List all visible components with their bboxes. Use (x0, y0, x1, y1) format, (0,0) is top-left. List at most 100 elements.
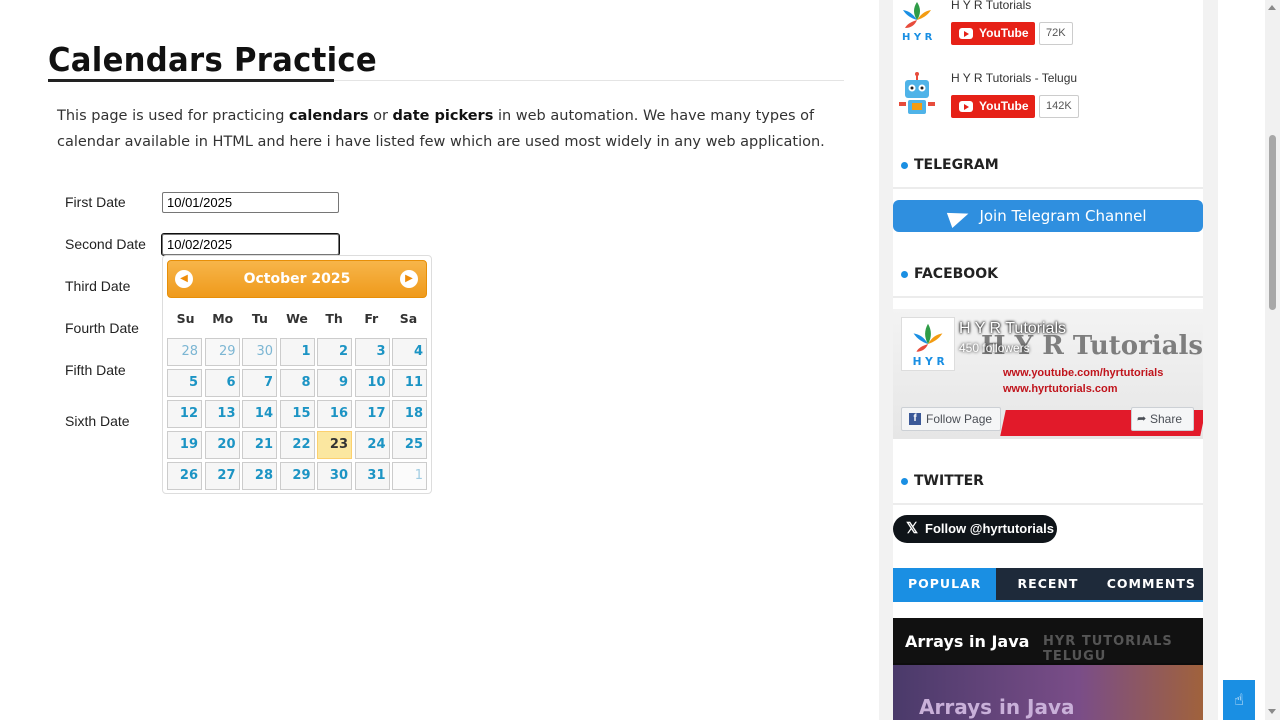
intro-bold-date-pickers: date pickers (392, 108, 494, 124)
day-cell[interactable]: 30 (317, 462, 352, 490)
day-cell[interactable]: 19 (167, 431, 202, 459)
chevron-right-icon[interactable]: ▶ (400, 270, 418, 288)
share-button[interactable]: Share (1131, 407, 1194, 431)
day-cell[interactable]: 12 (167, 400, 202, 428)
youtube-icon (959, 101, 973, 112)
tab-comments[interactable]: COMMENTS (1100, 568, 1203, 600)
facebook-page-plugin[interactable]: H Y R Tutorials www.youtube.com/hyrtutor… (893, 309, 1203, 439)
weekday-label: Sa (399, 310, 418, 326)
day-cell[interactable]: 30 (242, 338, 277, 366)
day-cell[interactable]: 16 (317, 400, 352, 428)
youtube-subscribe-button[interactable]: YouTube (951, 22, 1035, 45)
weekday-label: We (286, 310, 308, 326)
heading-text: FACEBOOK (914, 266, 998, 282)
bullet-icon (901, 477, 908, 485)
day-cell[interactable]: 7 (242, 369, 277, 397)
day-cell[interactable]: 15 (279, 400, 315, 428)
hyr-logo-icon[interactable]: H Y R (901, 317, 955, 371)
weekday-label: Fr (364, 310, 379, 326)
svg-text:H Y R: H Y R (913, 356, 945, 368)
telegram-heading: TELEGRAM (901, 157, 1203, 173)
datepicker-weekdays: Su Mo Tu We Th Fr Sa (167, 298, 427, 338)
day-cell[interactable]: 29 (204, 338, 240, 366)
day-cell[interactable]: 10 (354, 369, 390, 397)
youtube-channel-name[interactable]: H Y R Tutorials - Telugu (951, 71, 1077, 85)
sixth-date-label: Sixth Date (65, 413, 130, 429)
day-cell[interactable]: 28 (242, 462, 277, 490)
day-cell[interactable]: 4 (392, 338, 427, 366)
intro-bold-calendars: calendars (289, 108, 369, 124)
day-cell[interactable]: 26 (167, 462, 202, 490)
day-cell[interactable]: 17 (354, 400, 390, 428)
youtube-icon (959, 28, 973, 39)
bullet-icon (901, 270, 908, 278)
scroll-top-button[interactable]: ☝ (1223, 680, 1255, 720)
day-cell[interactable]: 3 (354, 338, 390, 366)
popular-post-thumbnail[interactable]: HYR TUTORIALS TELUGU Arrays in Java Arra… (893, 618, 1203, 720)
widget-divider (893, 296, 1203, 298)
day-cell[interactable]: 6 (204, 369, 240, 397)
day-cell[interactable]: 20 (204, 431, 240, 459)
youtube-subscribe-button[interactable]: YouTube (951, 95, 1035, 118)
page-scrollbar[interactable] (1265, 0, 1280, 720)
scrollbar-thumb[interactable] (1269, 135, 1276, 310)
fifth-date-label: Fifth Date (65, 362, 126, 378)
twitter-button-label: Follow @hyrtutorials (925, 521, 1054, 536)
datepicker-grid: 28 29 30 1 2 3 4 5 6 7 8 9 10 11 12 13 1… (167, 338, 427, 490)
day-cell-today[interactable]: 23 (317, 431, 352, 459)
day-cell[interactable]: 5 (167, 369, 202, 397)
fourth-date-label: Fourth Date (65, 320, 139, 336)
day-cell[interactable]: 31 (354, 462, 390, 490)
day-cell[interactable]: 9 (317, 369, 352, 397)
day-cell[interactable]: 28 (167, 338, 202, 366)
day-cell[interactable]: 25 (392, 431, 427, 459)
thumbnail-watermark: HYR TUTORIALS TELUGU (1043, 634, 1173, 664)
scroll-down-icon[interactable] (1268, 709, 1276, 714)
day-cell[interactable]: 22 (279, 431, 315, 459)
subscriber-count: 72K (1039, 22, 1073, 45)
day-cell[interactable]: 2 (317, 338, 352, 366)
weekday-label: Tu (251, 310, 268, 326)
day-cell[interactable]: 1 (279, 338, 315, 366)
widget-divider (893, 187, 1203, 189)
day-cell[interactable]: 27 (204, 462, 240, 490)
day-cell[interactable]: 1 (392, 462, 427, 490)
tab-recent[interactable]: RECENT (996, 568, 1099, 600)
day-cell[interactable]: 18 (392, 400, 427, 428)
day-cell[interactable]: 14 (242, 400, 277, 428)
tab-popular[interactable]: POPULAR (893, 568, 997, 600)
day-cell[interactable]: 11 (392, 369, 427, 397)
day-cell[interactable]: 21 (242, 431, 277, 459)
youtube-channel-name[interactable]: H Y R Tutorials (951, 0, 1031, 12)
hyr-logo-icon[interactable]: H Y R (893, 0, 941, 44)
day-cell[interactable]: 29 (279, 462, 315, 490)
day-cell[interactable]: 8 (279, 369, 315, 397)
facebook-heading: FACEBOOK (901, 266, 1203, 282)
day-cell[interactable]: 13 (204, 400, 240, 428)
twitter-follow-button[interactable]: 𝕏 Follow @hyrtutorials (893, 515, 1057, 543)
heading-text: TWITTER (914, 473, 984, 489)
third-date-label: Third Date (65, 278, 131, 294)
scroll-up-icon[interactable] (1268, 5, 1276, 10)
thumbnail-caption: Arrays in Java (919, 695, 1075, 719)
telegram-button-label: Join Telegram Channel (979, 207, 1147, 225)
join-telegram-button[interactable]: Join Telegram Channel (893, 200, 1203, 232)
follow-page-button[interactable]: f Follow Page (901, 407, 1002, 431)
datepicker-month-year: October 2025 (243, 271, 351, 287)
telegram-icon (947, 205, 972, 228)
youtube-button-label: YouTube (979, 99, 1029, 113)
heading-text: TELEGRAM (914, 157, 999, 173)
robot-logo-icon[interactable] (893, 70, 941, 118)
intro-part: This page is used for practicing (57, 108, 290, 124)
facebook-page-name[interactable]: H Y R Tutorials (959, 320, 1066, 338)
follow-label: Follow Page (926, 412, 993, 426)
second-date-input[interactable] (161, 233, 340, 256)
day-cell[interactable]: 24 (354, 431, 390, 459)
weekday-label: Th (325, 310, 343, 326)
intro-part: or (368, 108, 393, 124)
popular-post-title[interactable]: Arrays in Java (905, 632, 1029, 651)
cover-url: www.youtube.com/hyrtutorials (1003, 367, 1164, 379)
bullet-icon (901, 161, 908, 169)
title-underline (48, 79, 334, 82)
first-date-input[interactable] (162, 192, 339, 213)
